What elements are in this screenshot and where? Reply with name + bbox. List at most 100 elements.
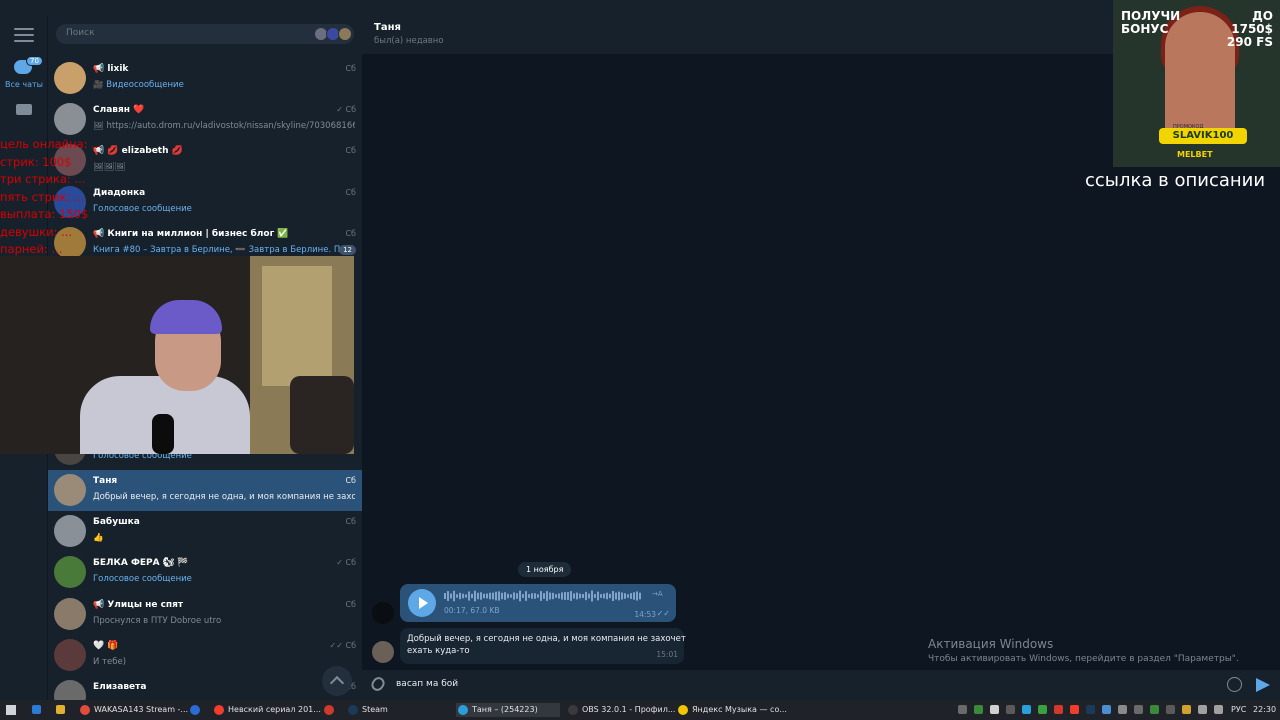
taskbar-app-button[interactable]: Steam [346,703,450,717]
taskbar-app-button[interactable]: OBS 32.0.1 - Профил... [566,703,675,717]
taskbar-app-button[interactable]: Яндекс Музыка — со... [676,703,787,717]
waveform-bar [447,591,449,601]
windows-start-icon[interactable] [6,705,16,715]
waveform-bar [465,594,467,598]
waveform-bar [594,594,596,598]
taskbar-app-button[interactable]: Невский сериал 201... [212,703,321,717]
chat-time: Сб [345,146,356,156]
waveform-bar [519,590,521,602]
waveform-bar [630,593,632,599]
tray-icon[interactable] [990,705,999,714]
waveform-bar [531,593,533,599]
waveform-bar [591,590,593,602]
play-icon [419,597,428,609]
chat-time: ✓ Сб [336,105,356,115]
tray-icon[interactable] [1134,705,1143,714]
clock[interactable]: 22:30 [1253,705,1276,714]
waveform-bar [603,593,605,599]
waveform-bar [510,594,512,598]
waveform-bar [477,592,479,600]
emoji-icon[interactable] [1227,677,1242,692]
waveform-bar [600,594,602,598]
menu-icon[interactable] [14,28,34,42]
tray-icon[interactable] [1182,705,1191,714]
chat-preview: Добрый вечер, я сегодня не одна, и моя к… [93,492,355,502]
chat-row[interactable]: БЕЛКА ФЕРА 🐿 🏁 ✓ Сб Голосовое сообщение [48,552,362,593]
taskbar-app-button[interactable] [322,703,340,717]
chat-row[interactable]: 📢 Улицы не спят Сб Проснулся в ПТУ Dobroe … [48,594,362,635]
waveform-bar [489,592,491,600]
attach-icon[interactable] [369,674,387,694]
waveform-bar [597,591,599,601]
tray-icon[interactable] [1166,705,1175,714]
waveform-bar [444,593,446,599]
chat-name: Таня [93,476,118,486]
steam-tray-icon[interactable] [1086,705,1095,714]
waveform-bar [543,593,545,599]
chat-time: Сб [345,228,356,238]
avatar [54,103,86,136]
taskbar-app-button[interactable]: WAKASA143 Stream -... [78,703,188,717]
webcam-overlay [0,256,354,454]
waveform-bar [513,592,515,600]
chat-name: Елизавета [93,682,147,692]
waveform-bar [561,592,563,600]
waveform-bar [624,593,626,599]
ad-brand: MELBET [1177,150,1213,159]
avatar [54,474,86,506]
tray-icon[interactable] [958,705,967,714]
message-composer: васап ма бой [362,670,1280,700]
folder-all-chats[interactable]: 70 Все чаты [0,56,48,96]
waveform-bar [567,592,569,600]
sender-avatar[interactable] [372,602,394,624]
language-indicator[interactable]: РУС [1231,705,1246,714]
waveform-bar [504,592,506,600]
wifi-icon[interactable] [1198,705,1207,714]
tray-icon[interactable] [1006,705,1015,714]
ad-banner: ПОЛУЧИ БОНУС ДО 1750$ 290 FS ПРОМОКОД SL… [1113,0,1280,167]
scroll-up-button[interactable] [322,666,352,696]
waveform[interactable] [444,590,644,602]
tray-icon[interactable] [1118,705,1127,714]
waveform-bar [621,592,623,600]
chat-status: был(а) недавно [374,36,444,46]
ad-caption: ссылка в описании [1085,170,1266,191]
yandex-tray-icon[interactable] [1070,705,1079,714]
waveform-bar [483,593,485,599]
taskbar-app-button[interactable]: Таня – (254223) [456,703,560,717]
sender-avatar[interactable] [372,641,394,663]
message-input[interactable]: васап ма бой [396,679,458,689]
tray-icon[interactable] [974,705,983,714]
waveform-bar [612,590,614,602]
taskbar-app-button[interactable] [188,703,206,717]
waveform-bar [585,591,587,601]
folder-icon[interactable] [16,104,32,115]
chat-row[interactable]: Таня Сб Добрый вечер, я сегодня не одна, и… [48,470,362,511]
edge-icon[interactable] [32,705,41,714]
search-input[interactable]: Поиск [56,24,354,44]
transcribe-button[interactable]: →A [652,590,663,598]
waveform-bar [564,592,566,600]
chat-row[interactable]: 📢 lixik Сб 🎥 Видеосообщение [48,58,362,99]
play-button[interactable] [408,589,436,617]
chat-row[interactable]: Бабушка Сб 👍 [48,511,362,552]
send-icon[interactable] [1256,678,1270,692]
message-time: 14:53 [634,610,656,619]
waveform-bar [492,592,494,600]
telegram-tray-icon[interactable] [1022,705,1031,714]
story-avatar[interactable] [338,27,352,41]
tray-icon[interactable] [1054,705,1063,714]
explorer-icon[interactable] [56,705,65,714]
volume-icon[interactable] [1214,705,1223,714]
chat-row[interactable]: 🤍 🎁 ✓✓ Сб И тебе) [48,635,362,676]
tray-icon[interactable] [1102,705,1111,714]
waveform-bar [576,592,578,600]
tray-icon[interactable] [1038,705,1047,714]
tray-icon[interactable] [1150,705,1159,714]
overlay-line: стрик: 100$ [0,154,72,169]
waveform-bar [534,593,536,599]
waveform-bar [537,594,539,598]
chat-row[interactable]: Славян ❤️ ✓ Сб 🖼 https://auto.drom.ru/vlad… [48,99,362,140]
chat-row[interactable]: ЕлизаветаСб [48,676,362,700]
taskbar-app-label: Steam [362,705,388,714]
